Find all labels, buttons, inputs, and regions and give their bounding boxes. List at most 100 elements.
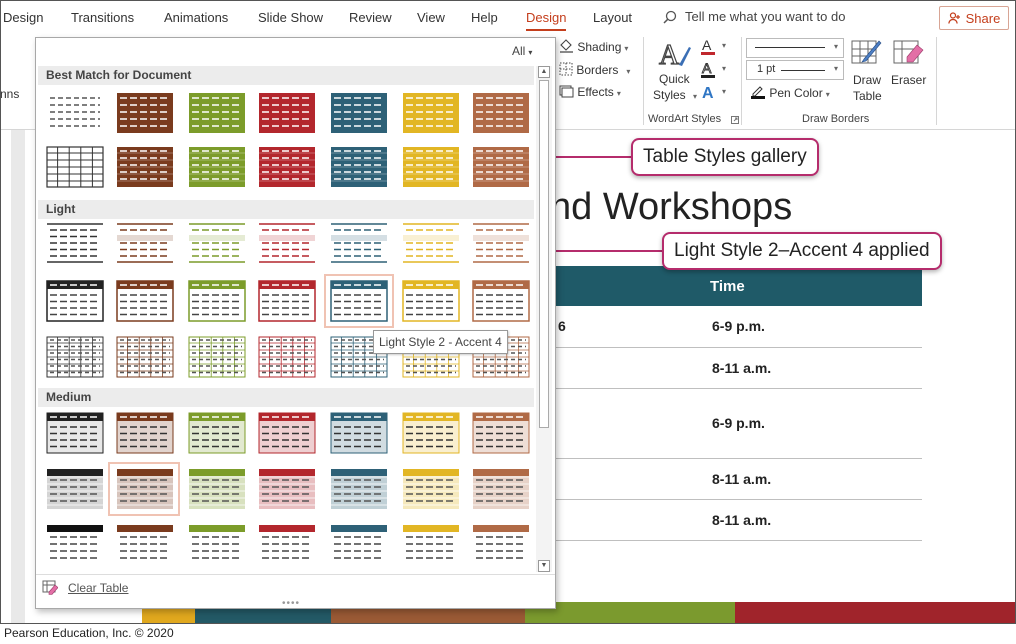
- table-style-thumbnail[interactable]: [188, 92, 246, 134]
- table-style-thumbnail[interactable]: [46, 412, 104, 454]
- table-style-thumbnail[interactable]: [402, 280, 460, 322]
- table-style-thumbnail[interactable]: [472, 468, 530, 510]
- table-style-thumbnail[interactable]: [402, 524, 460, 566]
- borders-button[interactable]: Borders ▾: [559, 62, 630, 77]
- table-style-thumbnail[interactable]: [116, 92, 174, 134]
- text-effects-button[interactable]: A ▾: [699, 83, 726, 106]
- table-style-thumbnail[interactable]: [46, 280, 104, 322]
- table-style-thumbnail[interactable]: [402, 468, 460, 510]
- tab-slide-show[interactable]: Slide Show: [258, 10, 323, 25]
- quick-styles-button[interactable]: A Quick Styles ▾: [653, 39, 697, 107]
- table-cell-time[interactable]: 8-11 a.m.: [706, 458, 922, 500]
- table-style-thumbnail[interactable]: [188, 524, 246, 566]
- dialog-launcher-icon[interactable]: [731, 116, 739, 124]
- table-style-thumbnail[interactable]: [258, 468, 316, 510]
- table-style-thumbnail[interactable]: [258, 524, 316, 566]
- effects-button[interactable]: Effects ▾: [559, 85, 621, 99]
- shading-button[interactable]: Shading ▾: [559, 39, 628, 54]
- table-style-thumbnail[interactable]: [258, 336, 316, 378]
- tab-view[interactable]: View: [417, 10, 445, 25]
- table-style-thumbnail[interactable]: [46, 468, 104, 510]
- table-row[interactable]: 6 6-9 p.m.: [548, 306, 922, 348]
- table-cell[interactable]: [548, 388, 706, 459]
- table-row[interactable]: 6-9 p.m.: [548, 388, 922, 459]
- table-style-thumbnail[interactable]: [188, 336, 246, 378]
- table-style-thumbnail[interactable]: [116, 222, 174, 264]
- text-outline-button[interactable]: A ▾: [699, 60, 726, 83]
- table-style-thumbnail[interactable]: [330, 524, 388, 566]
- table-style-thumbnail[interactable]: [188, 222, 246, 264]
- table-style-thumbnail[interactable]: [330, 222, 388, 264]
- table-style-thumbnail[interactable]: [402, 412, 460, 454]
- table-style-thumbnail[interactable]: [46, 146, 104, 188]
- table-cell[interactable]: [548, 347, 706, 389]
- table-cell[interactable]: [548, 499, 706, 541]
- pen-style-select[interactable]: ▾: [746, 38, 844, 58]
- draw-table-button[interactable]: Draw Table: [848, 37, 884, 107]
- pen-weight-select[interactable]: 1 pt ▾: [746, 60, 844, 80]
- scroll-up-icon[interactable]: ▲: [538, 66, 550, 78]
- resize-grip-icon[interactable]: ••••: [282, 598, 300, 609]
- table-style-thumbnail[interactable]: [330, 468, 388, 510]
- table-style-thumbnail[interactable]: [116, 146, 174, 188]
- table-style-thumbnail[interactable]: [258, 92, 316, 134]
- table-row[interactable]: 8-11 a.m.: [548, 458, 922, 500]
- table-style-thumbnail[interactable]: [258, 222, 316, 264]
- tell-me-box[interactable]: Tell me what you want to do: [663, 9, 845, 24]
- table-style-thumbnail[interactable]: [472, 412, 530, 454]
- table-style-thumbnail[interactable]: [330, 92, 388, 134]
- table-style-thumbnail[interactable]: [116, 412, 174, 454]
- tab-help[interactable]: Help: [471, 10, 498, 25]
- table-style-thumbnail[interactable]: [472, 524, 530, 566]
- table-row[interactable]: 8-11 a.m.: [548, 347, 922, 389]
- tab-transitions[interactable]: Transitions: [71, 10, 134, 25]
- tab-review[interactable]: Review: [349, 10, 392, 25]
- table-style-thumbnail[interactable]: [472, 280, 530, 322]
- eraser-button[interactable]: Eraser: [889, 37, 927, 97]
- table-style-thumbnail[interactable]: [402, 92, 460, 134]
- table-style-thumbnail[interactable]: [472, 222, 530, 264]
- table-cell[interactable]: [548, 458, 706, 500]
- table-header-time[interactable]: Time: [706, 266, 922, 306]
- table-style-thumbnail[interactable]: [258, 280, 316, 322]
- table-style-thumbnail[interactable]: [188, 468, 246, 510]
- table-row[interactable]: 8-11 a.m.: [548, 499, 922, 541]
- scroll-down-icon[interactable]: ▼: [538, 560, 550, 572]
- slide-table[interactable]: Time 6 6-9 p.m. 8-11 a.m. 6-9 p.m. 8-11 …: [548, 266, 922, 541]
- table-style-thumbnail[interactable]: [330, 146, 388, 188]
- slide-title[interactable]: nd Workshops: [550, 186, 792, 229]
- gallery-scrollbar[interactable]: ▲ ▼: [536, 66, 552, 572]
- table-cell-time[interactable]: 8-11 a.m.: [706, 499, 922, 541]
- table-style-thumbnail[interactable]: [472, 92, 530, 134]
- table-style-thumbnail[interactable]: [188, 280, 246, 322]
- share-button[interactable]: Share: [939, 6, 1009, 30]
- table-style-thumbnail[interactable]: [258, 412, 316, 454]
- text-fill-button[interactable]: A ▾: [699, 37, 726, 60]
- table-style-thumbnail[interactable]: [116, 280, 174, 322]
- table-style-thumbnail[interactable]: [258, 146, 316, 188]
- table-style-thumbnail[interactable]: [472, 146, 530, 188]
- tab-animations[interactable]: Animations: [164, 10, 228, 25]
- table-style-thumbnail[interactable]: [116, 336, 174, 378]
- table-style-thumbnail[interactable]: [402, 222, 460, 264]
- gallery-filter-dropdown[interactable]: All ▾: [512, 44, 532, 58]
- table-header-cell[interactable]: [548, 266, 706, 306]
- table-style-thumbnail[interactable]: [46, 222, 104, 264]
- table-style-thumbnail[interactable]: [330, 412, 388, 454]
- table-cell-time[interactable]: 8-11 a.m.: [706, 347, 922, 389]
- table-style-thumbnail[interactable]: [46, 92, 104, 134]
- tab-design-slide[interactable]: Design: [3, 10, 43, 25]
- table-style-thumbnail[interactable]: [188, 412, 246, 454]
- table-style-thumbnail[interactable]: [46, 524, 104, 566]
- table-style-thumbnail[interactable]: [402, 146, 460, 188]
- tab-table-layout[interactable]: Layout: [593, 10, 632, 25]
- scroll-thumb[interactable]: [539, 80, 549, 428]
- tab-table-design[interactable]: Design: [526, 10, 567, 31]
- table-cell-time[interactable]: 6-9 p.m.: [706, 306, 922, 348]
- pen-color-button[interactable]: Pen Color ▾: [750, 85, 830, 100]
- table-cell[interactable]: 6: [548, 306, 706, 348]
- table-style-thumbnail[interactable]: [188, 146, 246, 188]
- table-cell-time[interactable]: 6-9 p.m.: [706, 388, 922, 459]
- table-style-thumbnail[interactable]: [116, 524, 174, 566]
- clear-table-button[interactable]: Clear Table: [42, 580, 128, 595]
